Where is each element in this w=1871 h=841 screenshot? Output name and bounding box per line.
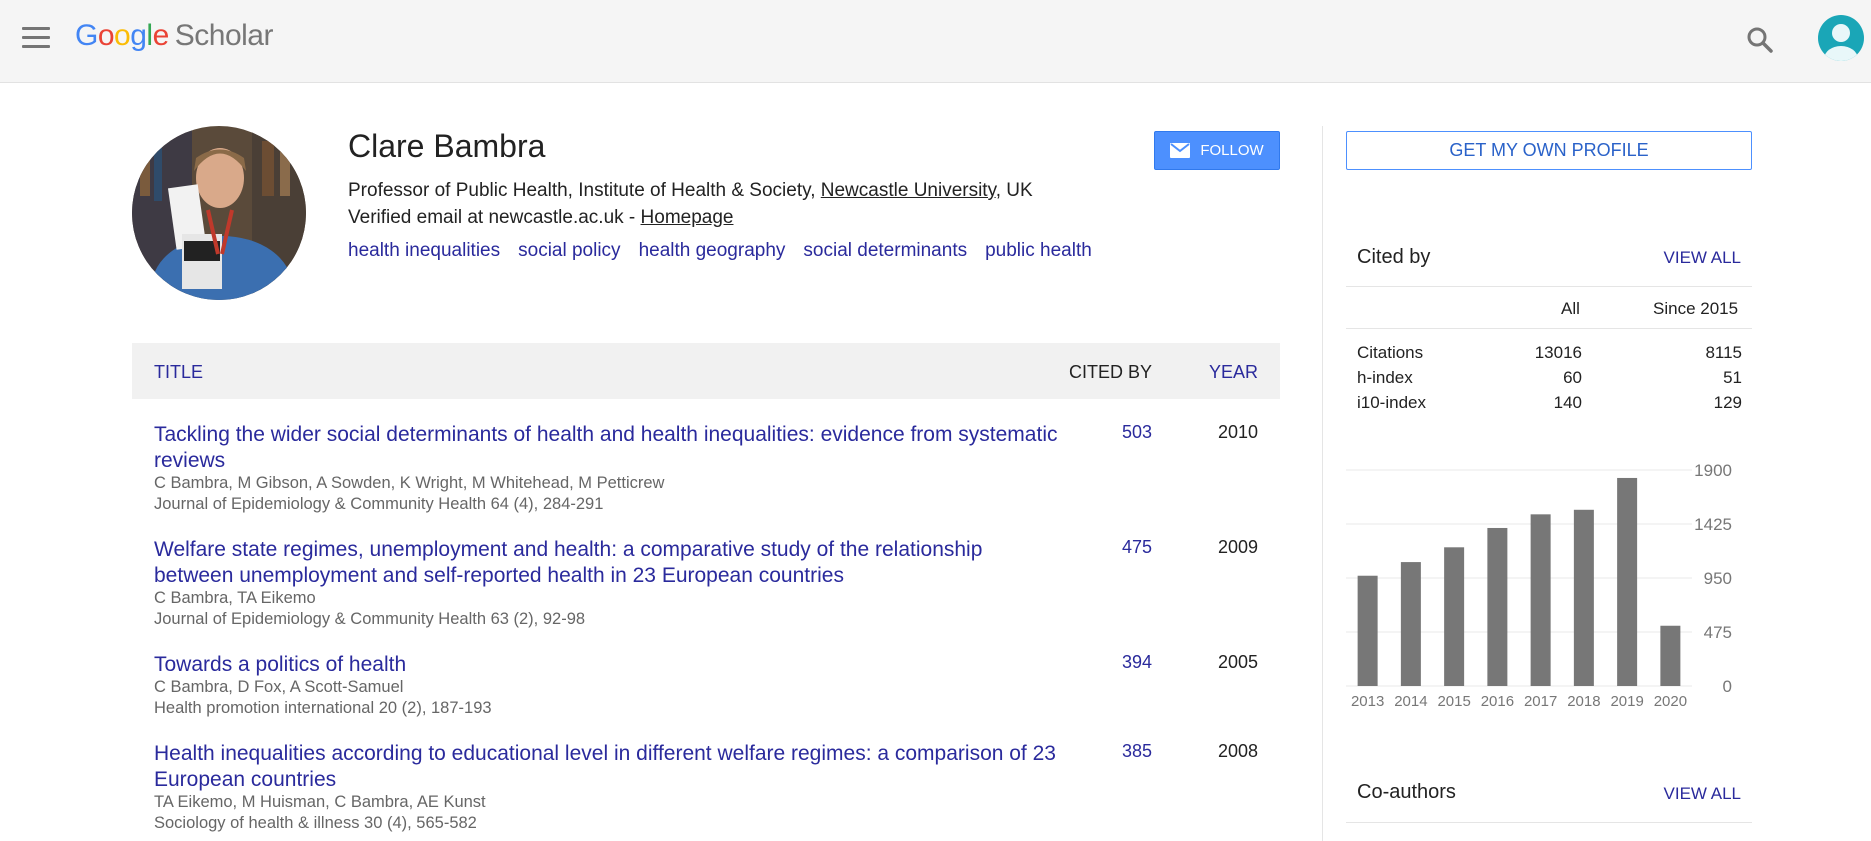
article-authors: TA Eikemo, M Huisman, C Bambra, AE Kunst xyxy=(154,793,486,811)
google-scholar-logo[interactable]: Google Scholar xyxy=(75,19,273,53)
email-text: Verified email at newcastle.ac.uk - xyxy=(348,207,641,228)
articles-table-header: TITLE CITED BY YEAR xyxy=(132,343,1280,399)
article-year: 2005 xyxy=(1217,652,1258,672)
profile-photo xyxy=(132,126,306,300)
article-journal: Journal of Epidemiology & Community Heal… xyxy=(154,610,586,628)
cited-by-count[interactable]: 385 xyxy=(1122,741,1152,762)
sort-by-year[interactable]: YEAR xyxy=(1209,362,1258,383)
coauthors-view-all[interactable]: VIEW ALL xyxy=(1664,784,1741,804)
profile-affiliation: Professor of Public Health, Institute of… xyxy=(348,180,1033,202)
chart-x-tick-label: 2017 xyxy=(1524,693,1557,710)
get-my-own-profile-button[interactable]: GET MY OWN PROFILE xyxy=(1346,131,1752,170)
chart-x-tick-label: 2019 xyxy=(1610,693,1643,710)
stat-since: 51 xyxy=(1723,368,1742,387)
cited-by-count[interactable]: 503 xyxy=(1122,422,1152,443)
chart-bar-2014[interactable] xyxy=(1400,562,1421,686)
chart-bar-2013[interactable] xyxy=(1357,575,1378,686)
stat-all: 140 xyxy=(1553,393,1582,412)
article-authors: C Bambra, M Gibson, A Sowden, K Wright, … xyxy=(154,474,665,492)
chart-bar-2015[interactable] xyxy=(1444,547,1465,686)
stat-since: 129 xyxy=(1713,393,1742,412)
stat-label: i10-index xyxy=(1357,393,1426,412)
chart-y-tick-label: 1900 xyxy=(1694,461,1732,480)
article-authors: C Bambra, TA Eikemo xyxy=(154,589,316,607)
follow-button[interactable]: FOLLOW xyxy=(1154,131,1280,170)
col-since: Since 2015 xyxy=(1653,299,1739,318)
article-title[interactable]: Welfare state regimes, unemployment and … xyxy=(154,537,1059,589)
menu-icon[interactable] xyxy=(22,27,50,49)
chart-bar-2019[interactable] xyxy=(1617,477,1638,686)
chart-y-tick-label: 475 xyxy=(1704,623,1732,642)
top-bar: Google Scholar xyxy=(0,0,1871,83)
search-icon[interactable] xyxy=(1744,24,1776,56)
stat-all: 13016 xyxy=(1534,343,1582,362)
profile-name: Clare Bambra xyxy=(348,128,546,164)
article-title[interactable]: Towards a politics of health xyxy=(154,652,1059,678)
article-journal: Health promotion international 20 (2), 1… xyxy=(154,699,492,717)
chart-x-tick-label: 2014 xyxy=(1394,693,1427,710)
article-journal: Sociology of health & illness 30 (4), 56… xyxy=(154,814,477,832)
col-all: All xyxy=(1561,299,1580,318)
sidebar-divider xyxy=(1322,126,1323,841)
cited-by-count[interactable]: 475 xyxy=(1122,537,1152,558)
sort-by-cited[interactable]: CITED BY xyxy=(1069,362,1152,383)
article-year: 2010 xyxy=(1217,422,1258,442)
citations-chart: 1900 1425 950 475 0 2013 2014 2015 2016 2017 2018 2… xyxy=(1346,461,1732,710)
homepage-link[interactable]: Homepage xyxy=(641,207,734,228)
stat-since: 8115 xyxy=(1705,343,1742,362)
chart-bar-2020[interactable] xyxy=(1660,625,1681,686)
sort-by-title[interactable]: TITLE xyxy=(154,362,203,383)
interest-link[interactable]: social policy xyxy=(518,240,620,261)
cited-by-title: Cited by xyxy=(1357,246,1431,268)
chart-x-tick-label: 2020 xyxy=(1654,693,1687,710)
interest-link[interactable]: health inequalities xyxy=(348,240,500,261)
interest-link[interactable]: social determinants xyxy=(803,240,967,261)
chart-y-tick-label: 0 xyxy=(1723,677,1732,696)
interest-link[interactable]: public health xyxy=(985,240,1092,261)
interest-link[interactable]: health geography xyxy=(639,240,786,261)
chart-x-tick-label: 2016 xyxy=(1481,693,1514,710)
stat-all: 60 xyxy=(1563,368,1582,387)
divider xyxy=(1346,328,1752,329)
chart-bar-2018[interactable] xyxy=(1573,509,1594,686)
divider xyxy=(1346,286,1752,287)
logo-scholar-text: Scholar xyxy=(174,19,274,52)
affiliation-text: Professor of Public Health, Institute of… xyxy=(348,180,821,201)
mail-icon xyxy=(1170,143,1191,158)
cited-by-view-all[interactable]: VIEW ALL xyxy=(1664,248,1741,268)
chart-x-tick-label: 2015 xyxy=(1437,693,1470,710)
stat-label: h-index xyxy=(1357,368,1413,387)
article-journal: Journal of Epidemiology & Community Heal… xyxy=(154,495,604,513)
article-year: 2008 xyxy=(1217,741,1258,761)
stat-label: Citations xyxy=(1357,343,1424,362)
research-interests: health inequalities social policy health g… xyxy=(348,240,1110,262)
affiliation-suffix: , UK xyxy=(995,180,1033,201)
article-title[interactable]: Tackling the wider social determinants o… xyxy=(154,422,1059,474)
chart-x-tick-label: 2018 xyxy=(1567,693,1600,710)
chart-x-tick-label: 2013 xyxy=(1351,693,1384,710)
cited-by-count[interactable]: 394 xyxy=(1122,652,1152,673)
article-year: 2009 xyxy=(1217,537,1258,557)
chart-y-tick-label: 950 xyxy=(1704,569,1732,588)
affiliation-link[interactable]: Newcastle University xyxy=(821,180,996,201)
chart-bar-2016[interactable] xyxy=(1487,527,1508,686)
profile-email: Verified email at newcastle.ac.uk - Home… xyxy=(348,207,733,229)
account-icon[interactable] xyxy=(1818,15,1864,61)
coauthors-title: Co-authors xyxy=(1357,781,1456,803)
divider xyxy=(1346,822,1752,823)
article-authors: C Bambra, D Fox, A Scott-Samuel xyxy=(154,678,404,696)
article-title[interactable]: Health inequalities according to educati… xyxy=(154,741,1059,793)
chart-y-tick-label: 1425 xyxy=(1694,515,1732,534)
chart-bar-2017[interactable] xyxy=(1530,514,1551,686)
follow-label: FOLLOW xyxy=(1200,142,1264,159)
